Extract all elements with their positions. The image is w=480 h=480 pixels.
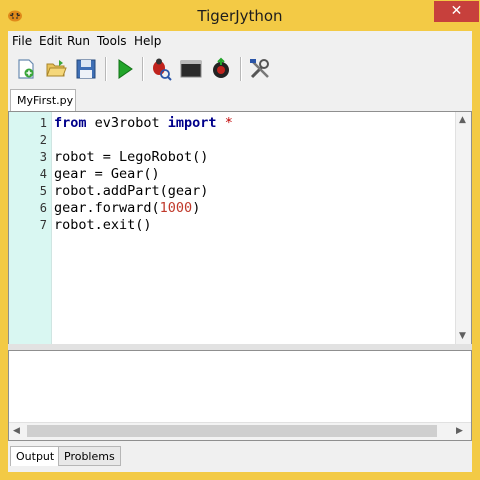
code-line[interactable]: from ev3robot import * — [54, 115, 233, 131]
toolbar-separator — [142, 57, 144, 81]
menu-help[interactable]: Help — [134, 34, 161, 48]
title-bar[interactable]: TigerJython ✕ — [0, 0, 480, 31]
close-button[interactable]: ✕ — [434, 1, 479, 22]
line-number: 3 — [39, 150, 47, 164]
code-token: 1000 — [159, 200, 193, 216]
app-window: TigerJython ✕ File Edit Run Tools Help M… — [0, 0, 480, 480]
save-disk-icon[interactable] — [74, 57, 98, 81]
bottom-tab-strip: Output Problems — [8, 446, 472, 468]
line-number: 5 — [39, 184, 47, 198]
new-file-icon[interactable] — [14, 57, 38, 81]
editor-tab-strip: MyFirst.py — [8, 88, 472, 112]
code-token: robot.exit() — [54, 217, 152, 233]
output-horizontal-scrollbar[interactable]: ◀ ▶ — [9, 422, 471, 440]
code-token: ) — [192, 200, 201, 216]
scroll-right-arrow-icon[interactable]: ▶ — [456, 426, 463, 436]
tab-output[interactable]: Output — [10, 446, 61, 466]
code-token: ev3robot — [86, 115, 168, 131]
code-line[interactable]: robot.addPart(gear) — [54, 183, 208, 199]
toolbar-separator — [105, 57, 107, 81]
console-terminal-icon[interactable] — [179, 57, 203, 81]
code-line[interactable]: gear = Gear() — [54, 166, 160, 182]
code-line[interactable]: robot = LegoRobot() — [54, 149, 208, 165]
scroll-left-arrow-icon[interactable]: ◀ — [13, 426, 20, 436]
code-line[interactable]: gear.forward(1000) — [54, 200, 200, 216]
code-token: import — [167, 115, 217, 131]
toolbar-separator — [240, 57, 242, 81]
line-number: 6 — [39, 201, 47, 215]
debug-bug-icon[interactable] — [149, 57, 173, 81]
code-editor[interactable]: 1 2 3 4 5 6 7 from ev3robot import * robot = Le… — [8, 111, 472, 345]
code-token: from — [54, 115, 87, 131]
code-token: gear = Gear() — [54, 166, 160, 182]
code-token: * — [224, 115, 233, 131]
scroll-up-arrow-icon[interactable]: ▲ — [459, 115, 466, 125]
line-number: 4 — [39, 167, 47, 181]
client-area: File Edit Run Tools Help MyFirst.py 1 2 … — [8, 31, 472, 472]
line-number-gutter: 1 2 3 4 5 6 7 — [9, 112, 52, 344]
code-token: gear.forward( — [54, 200, 160, 216]
window-title: TigerJython — [197, 7, 283, 25]
robot-upload-icon[interactable] — [209, 57, 233, 81]
toolbar — [8, 51, 472, 87]
line-number: 2 — [39, 133, 47, 147]
tab-myfirst-py[interactable]: MyFirst.py — [10, 89, 76, 111]
menu-file[interactable]: File — [12, 34, 32, 48]
menu-bar: File Edit Run Tools Help — [8, 31, 472, 51]
code-token: robot.addPart(gear) — [54, 183, 209, 199]
menu-edit[interactable]: Edit — [39, 34, 62, 48]
menu-tools[interactable]: Tools — [97, 34, 127, 48]
line-number: 1 — [39, 116, 47, 130]
line-number: 7 — [39, 218, 47, 232]
output-pane[interactable]: ◀ ▶ — [8, 350, 472, 441]
open-folder-icon[interactable] — [44, 57, 68, 81]
run-play-icon[interactable] — [112, 57, 136, 81]
scroll-thumb[interactable] — [27, 425, 437, 437]
code-line[interactable]: robot.exit() — [54, 217, 152, 233]
code-token: robot = LegoRobot() — [54, 149, 209, 165]
editor-vertical-scrollbar[interactable]: ▲ ▼ — [455, 112, 471, 344]
tools-wrench-icon[interactable] — [248, 57, 272, 81]
menu-run[interactable]: Run — [67, 34, 90, 48]
scroll-down-arrow-icon[interactable]: ▼ — [459, 331, 466, 341]
tab-problems[interactable]: Problems — [58, 446, 121, 466]
